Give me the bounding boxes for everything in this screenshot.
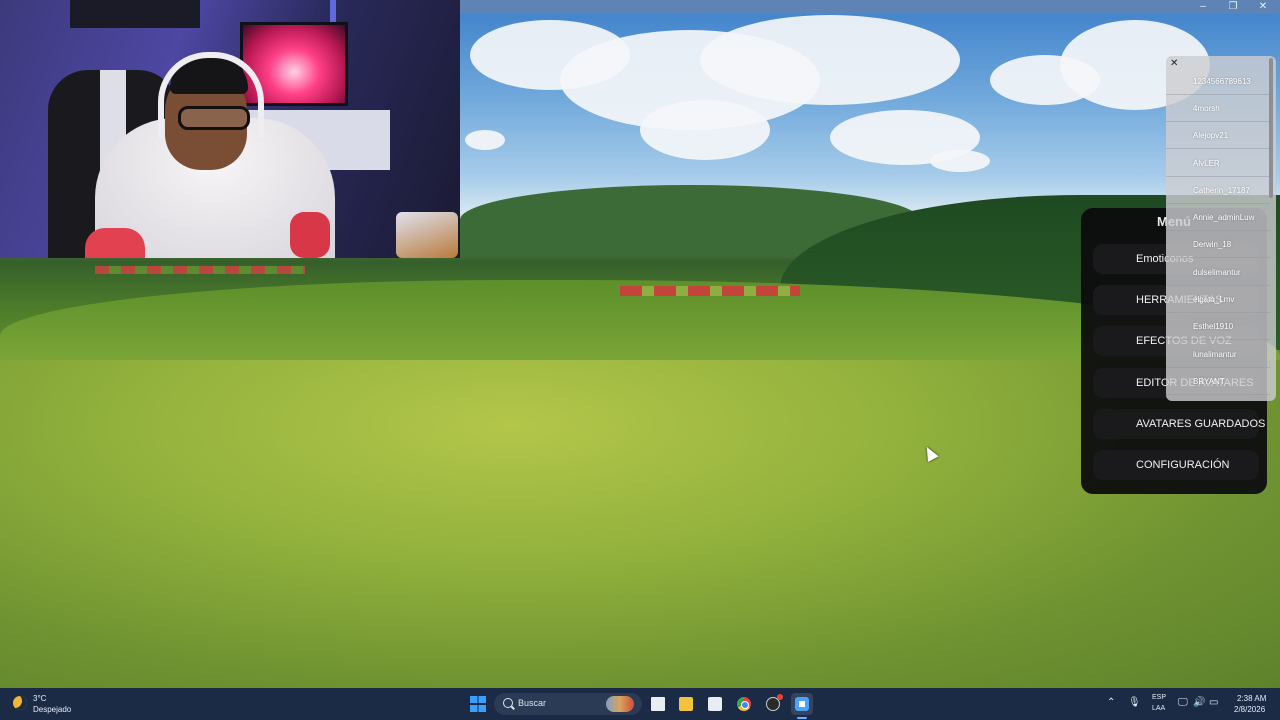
menu-item-avatares-guardados[interactable]: AVATARES GUARDADOS [1093, 409, 1265, 439]
user-list-item[interactable]: Alejopv21 [1166, 123, 1270, 149]
user-list-item[interactable]: BRYANT [1166, 369, 1270, 395]
store-button[interactable] [704, 693, 726, 715]
battery-icon[interactable]: ▭ [1209, 697, 1218, 708]
webcam-overlay [0, 0, 460, 258]
user-list-item[interactable]: 4morsh [1166, 96, 1270, 122]
user-list-item[interactable]: 1234566789613 [1166, 69, 1270, 95]
taskbar: 3°C Despejado Buscar ⌃ 🎙 ESP LAA 🖵 🔊 ▭ 2… [0, 688, 1280, 720]
active-app-indicator [797, 717, 807, 719]
chevron-up-icon[interactable]: ⌃ [1107, 697, 1115, 708]
village-roofs [620, 286, 800, 296]
user-list-scrollbar[interactable] [1269, 58, 1273, 198]
webcam-shelf [70, 0, 200, 28]
cloud [700, 15, 960, 105]
active-app-button[interactable] [791, 693, 813, 715]
user-list-item[interactable]: Derwin_18 [1166, 232, 1270, 258]
search-icon [503, 698, 513, 708]
clock-time[interactable]: 2:38 AM [1237, 694, 1266, 703]
weather-description[interactable]: Despejado [33, 705, 71, 714]
user-list-item[interactable]: Catherin_17187 [1166, 178, 1270, 204]
close-button[interactable]: ✕ [1248, 0, 1278, 14]
cloud [930, 150, 990, 172]
user-list-item[interactable]: Annie_adminLuw [1166, 205, 1270, 231]
chrome-icon [737, 697, 751, 711]
window-titlebar [460, 0, 1280, 14]
user-list-item[interactable]: dulselimantur [1166, 260, 1270, 286]
village-roofs-left [95, 266, 305, 274]
search-label: Buscar [518, 698, 547, 708]
file-explorer-button[interactable] [675, 693, 697, 715]
webcam-glasses [178, 106, 250, 130]
store-icon [708, 697, 722, 711]
weather-temperature[interactable]: 3°C [33, 694, 46, 703]
cloud [465, 130, 505, 150]
recording-indicator-icon [777, 694, 783, 700]
microphone-icon[interactable]: 🎙 [1128, 697, 1141, 708]
start-button[interactable] [470, 696, 486, 712]
minimize-button[interactable]: – [1188, 0, 1218, 14]
user-list-item[interactable]: Esthel1910 [1166, 314, 1270, 340]
webcam-snack-bag [396, 212, 458, 258]
chrome-button[interactable] [733, 693, 755, 715]
keyboard-layout-indicator[interactable]: LAA [1152, 705, 1165, 712]
webcam-hoodie-print [290, 212, 330, 258]
folder-icon [679, 697, 693, 711]
obs-button[interactable] [762, 693, 784, 715]
maximize-button[interactable]: ❐ [1218, 0, 1248, 14]
network-icon[interactable]: 🖵 [1178, 697, 1188, 708]
cloud [640, 100, 770, 160]
moon-icon[interactable] [13, 696, 27, 710]
user-list-close-button[interactable]: ✕ [1170, 58, 1178, 69]
user-list-panel: ✕ 1234566789613 4morsh Alejopv21 AlvLER … [1166, 56, 1276, 401]
task-view-button[interactable] [647, 693, 669, 715]
volume-icon[interactable]: 🔊 [1193, 697, 1205, 708]
taskbar-search-box[interactable]: Buscar [494, 693, 642, 715]
clock-date[interactable]: 2/8/2026 [1234, 705, 1265, 714]
user-list-item[interactable]: lunalimantur [1166, 342, 1270, 368]
task-view-icon [651, 697, 665, 711]
user-list-item[interactable]: elgato_Lmv [1166, 287, 1270, 313]
user-list-item[interactable]: AlvLER [1166, 151, 1270, 177]
app-icon [795, 697, 809, 711]
menu-item-configuracion[interactable]: CONFIGURACIÓN [1093, 450, 1259, 480]
webcam-hoodie-print [85, 228, 145, 258]
language-indicator[interactable]: ESP [1152, 694, 1166, 701]
search-highlight-image [606, 696, 634, 712]
